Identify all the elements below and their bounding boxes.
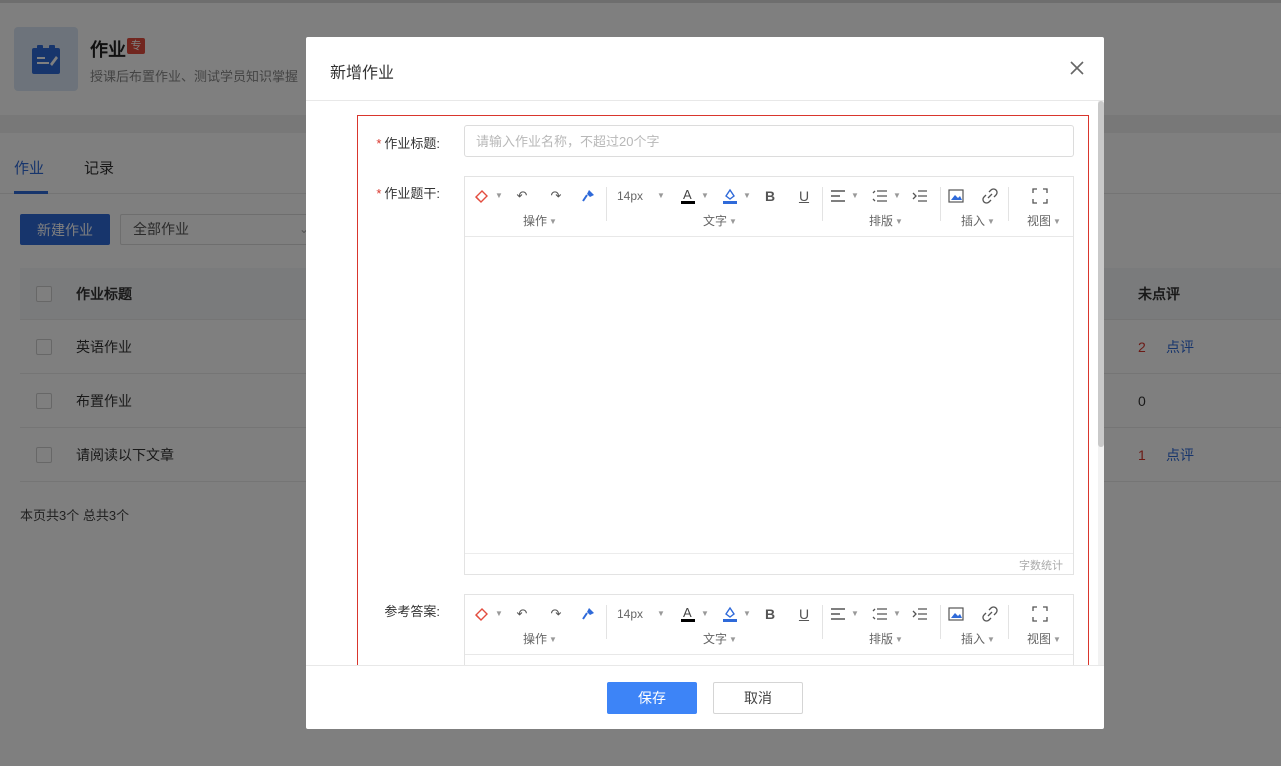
- chevron-down-icon: ▼: [495, 191, 503, 200]
- title-label-text: 作业标题:: [384, 136, 440, 151]
- link-icon[interactable]: [979, 185, 1001, 207]
- toolbar-label-text[interactable]: 文字 ▼: [703, 630, 737, 647]
- toolbar-label-operations[interactable]: 操作 ▼: [523, 630, 557, 647]
- editor-toolbar: ▼ ↶ ↷ 操作 ▼ 14px ▼ A ▼ ▼ B U 文字 ▼ ▼ ▼ 排版 …: [465, 177, 1073, 237]
- indent-icon[interactable]: [909, 603, 931, 625]
- toolbar-label-layout[interactable]: 排版 ▼: [869, 212, 903, 229]
- toolbar-group-insert: 插入 ▼: [941, 177, 1007, 237]
- toolbar-group-insert: 插入 ▼: [941, 595, 1007, 655]
- save-button[interactable]: 保存: [607, 682, 697, 714]
- format-brush-icon[interactable]: [577, 185, 599, 207]
- format-brush-icon[interactable]: [577, 603, 599, 625]
- close-icon[interactable]: [1068, 59, 1086, 77]
- chevron-down-icon: ▼: [701, 609, 709, 618]
- stem-editor-content[interactable]: [465, 237, 1073, 553]
- line-height-icon[interactable]: [869, 603, 891, 625]
- underline-icon[interactable]: U: [793, 185, 815, 207]
- link-icon[interactable]: [979, 603, 1001, 625]
- answer-label: 参考答案:: [330, 601, 440, 620]
- dialog-footer: 保存 取消: [306, 665, 1104, 729]
- toolbar-label-view[interactable]: 视图 ▼: [1027, 212, 1061, 229]
- svg-text:A: A: [683, 605, 692, 620]
- chevron-down-icon: ▼: [701, 191, 709, 200]
- dialog-scrollbar[interactable]: [1098, 101, 1104, 665]
- chevron-down-icon: ▼: [657, 191, 665, 200]
- font-color-icon[interactable]: A: [677, 603, 699, 625]
- editor-statusbar: 字数统计: [465, 553, 1073, 574]
- toolbar-label-insert[interactable]: 插入 ▼: [961, 212, 995, 229]
- indent-icon[interactable]: [909, 185, 931, 207]
- homework-title-input[interactable]: [464, 125, 1074, 157]
- chevron-down-icon: ▼: [743, 609, 751, 618]
- toolbar-group-layout: ▼ ▼ 排版 ▼: [823, 595, 939, 655]
- dialog-header: 新增作业: [306, 37, 1104, 101]
- toolbar-group-view: 视图 ▼: [1009, 177, 1073, 237]
- bold-icon[interactable]: B: [759, 603, 781, 625]
- required-mark: *: [376, 186, 382, 201]
- bold-icon[interactable]: B: [759, 185, 781, 207]
- answer-label-text: 参考答案:: [384, 604, 440, 619]
- chevron-down-icon: ▼: [851, 191, 859, 200]
- title-label: * 作业标题:: [330, 133, 440, 152]
- font-size-select[interactable]: 14px: [617, 189, 643, 203]
- chevron-down-icon: ▼: [495, 609, 503, 618]
- undo-icon[interactable]: ↶: [511, 603, 533, 625]
- image-icon[interactable]: [945, 603, 967, 625]
- scrollbar-thumb[interactable]: [1098, 101, 1104, 447]
- toolbar-label-insert[interactable]: 插入 ▼: [961, 630, 995, 647]
- eraser-icon[interactable]: [471, 603, 493, 625]
- chevron-down-icon: ▼: [893, 609, 901, 618]
- required-mark: *: [376, 136, 382, 151]
- font-color-icon[interactable]: A: [677, 185, 699, 207]
- fullscreen-icon[interactable]: [1029, 185, 1051, 207]
- chevron-down-icon: ▼: [851, 609, 859, 618]
- background-color-icon[interactable]: [719, 185, 741, 207]
- eraser-icon[interactable]: [471, 185, 493, 207]
- new-homework-dialog: 新增作业 *作业标题: *作业题干: ▼ ↶ ↷: [306, 37, 1104, 729]
- image-icon[interactable]: [945, 185, 967, 207]
- font-size-select[interactable]: 14px: [617, 607, 643, 621]
- redo-icon[interactable]: ↷: [545, 603, 567, 625]
- underline-icon[interactable]: U: [793, 603, 815, 625]
- dialog-body: *作业标题: *作业题干: ▼ ↶ ↷ 操作▼: [306, 101, 1104, 665]
- background-color-icon[interactable]: [719, 603, 741, 625]
- redo-icon[interactable]: ↷: [545, 185, 567, 207]
- toolbar-group-text: 14px ▼ A ▼ ▼ B U 文字 ▼: [607, 177, 821, 237]
- stem-label: * 作业题干:: [330, 183, 440, 202]
- align-icon[interactable]: [827, 185, 849, 207]
- align-icon[interactable]: [827, 603, 849, 625]
- word-count-label[interactable]: 字数统计: [1019, 557, 1063, 573]
- editor-toolbar: ▼ ↶ ↷ 操作 ▼ 14px ▼ A ▼ ▼ B U 文字 ▼ ▼ ▼ 排版 …: [465, 595, 1073, 655]
- toolbar-label-layout[interactable]: 排版 ▼: [869, 630, 903, 647]
- svg-text:A: A: [683, 187, 692, 202]
- toolbar-group-operations: ▼ ↶ ↷ 操作 ▼: [465, 595, 605, 655]
- answer-editor-content[interactable]: [465, 655, 1073, 665]
- stem-rich-editor: ▼ ↶ ↷ 操作 ▼ 14px ▼ A ▼ ▼ B U 文字 ▼ ▼ ▼ 排版 …: [464, 176, 1074, 575]
- toolbar-group-layout: ▼ ▼ 排版 ▼: [823, 177, 939, 237]
- dialog-title: 新增作业: [330, 65, 395, 82]
- line-height-icon[interactable]: [869, 185, 891, 207]
- fullscreen-icon[interactable]: [1029, 603, 1051, 625]
- toolbar-label-operations[interactable]: 操作 ▼: [523, 212, 557, 229]
- toolbar-label-text[interactable]: 文字 ▼: [703, 212, 737, 229]
- toolbar-label-view[interactable]: 视图 ▼: [1027, 630, 1061, 647]
- chevron-down-icon: ▼: [743, 191, 751, 200]
- undo-icon[interactable]: ↶: [511, 185, 533, 207]
- chevron-down-icon: ▼: [893, 191, 901, 200]
- cancel-button[interactable]: 取消: [713, 682, 803, 714]
- toolbar-group-operations: ▼ ↶ ↷ 操作 ▼: [465, 177, 605, 237]
- answer-rich-editor: ▼ ↶ ↷ 操作 ▼ 14px ▼ A ▼ ▼ B U 文字 ▼ ▼ ▼ 排版 …: [464, 594, 1074, 665]
- toolbar-group-text: 14px ▼ A ▼ ▼ B U 文字 ▼: [607, 595, 821, 655]
- chevron-down-icon: ▼: [657, 609, 665, 618]
- stem-label-text: 作业题干:: [384, 186, 440, 201]
- toolbar-group-view: 视图 ▼: [1009, 595, 1073, 655]
